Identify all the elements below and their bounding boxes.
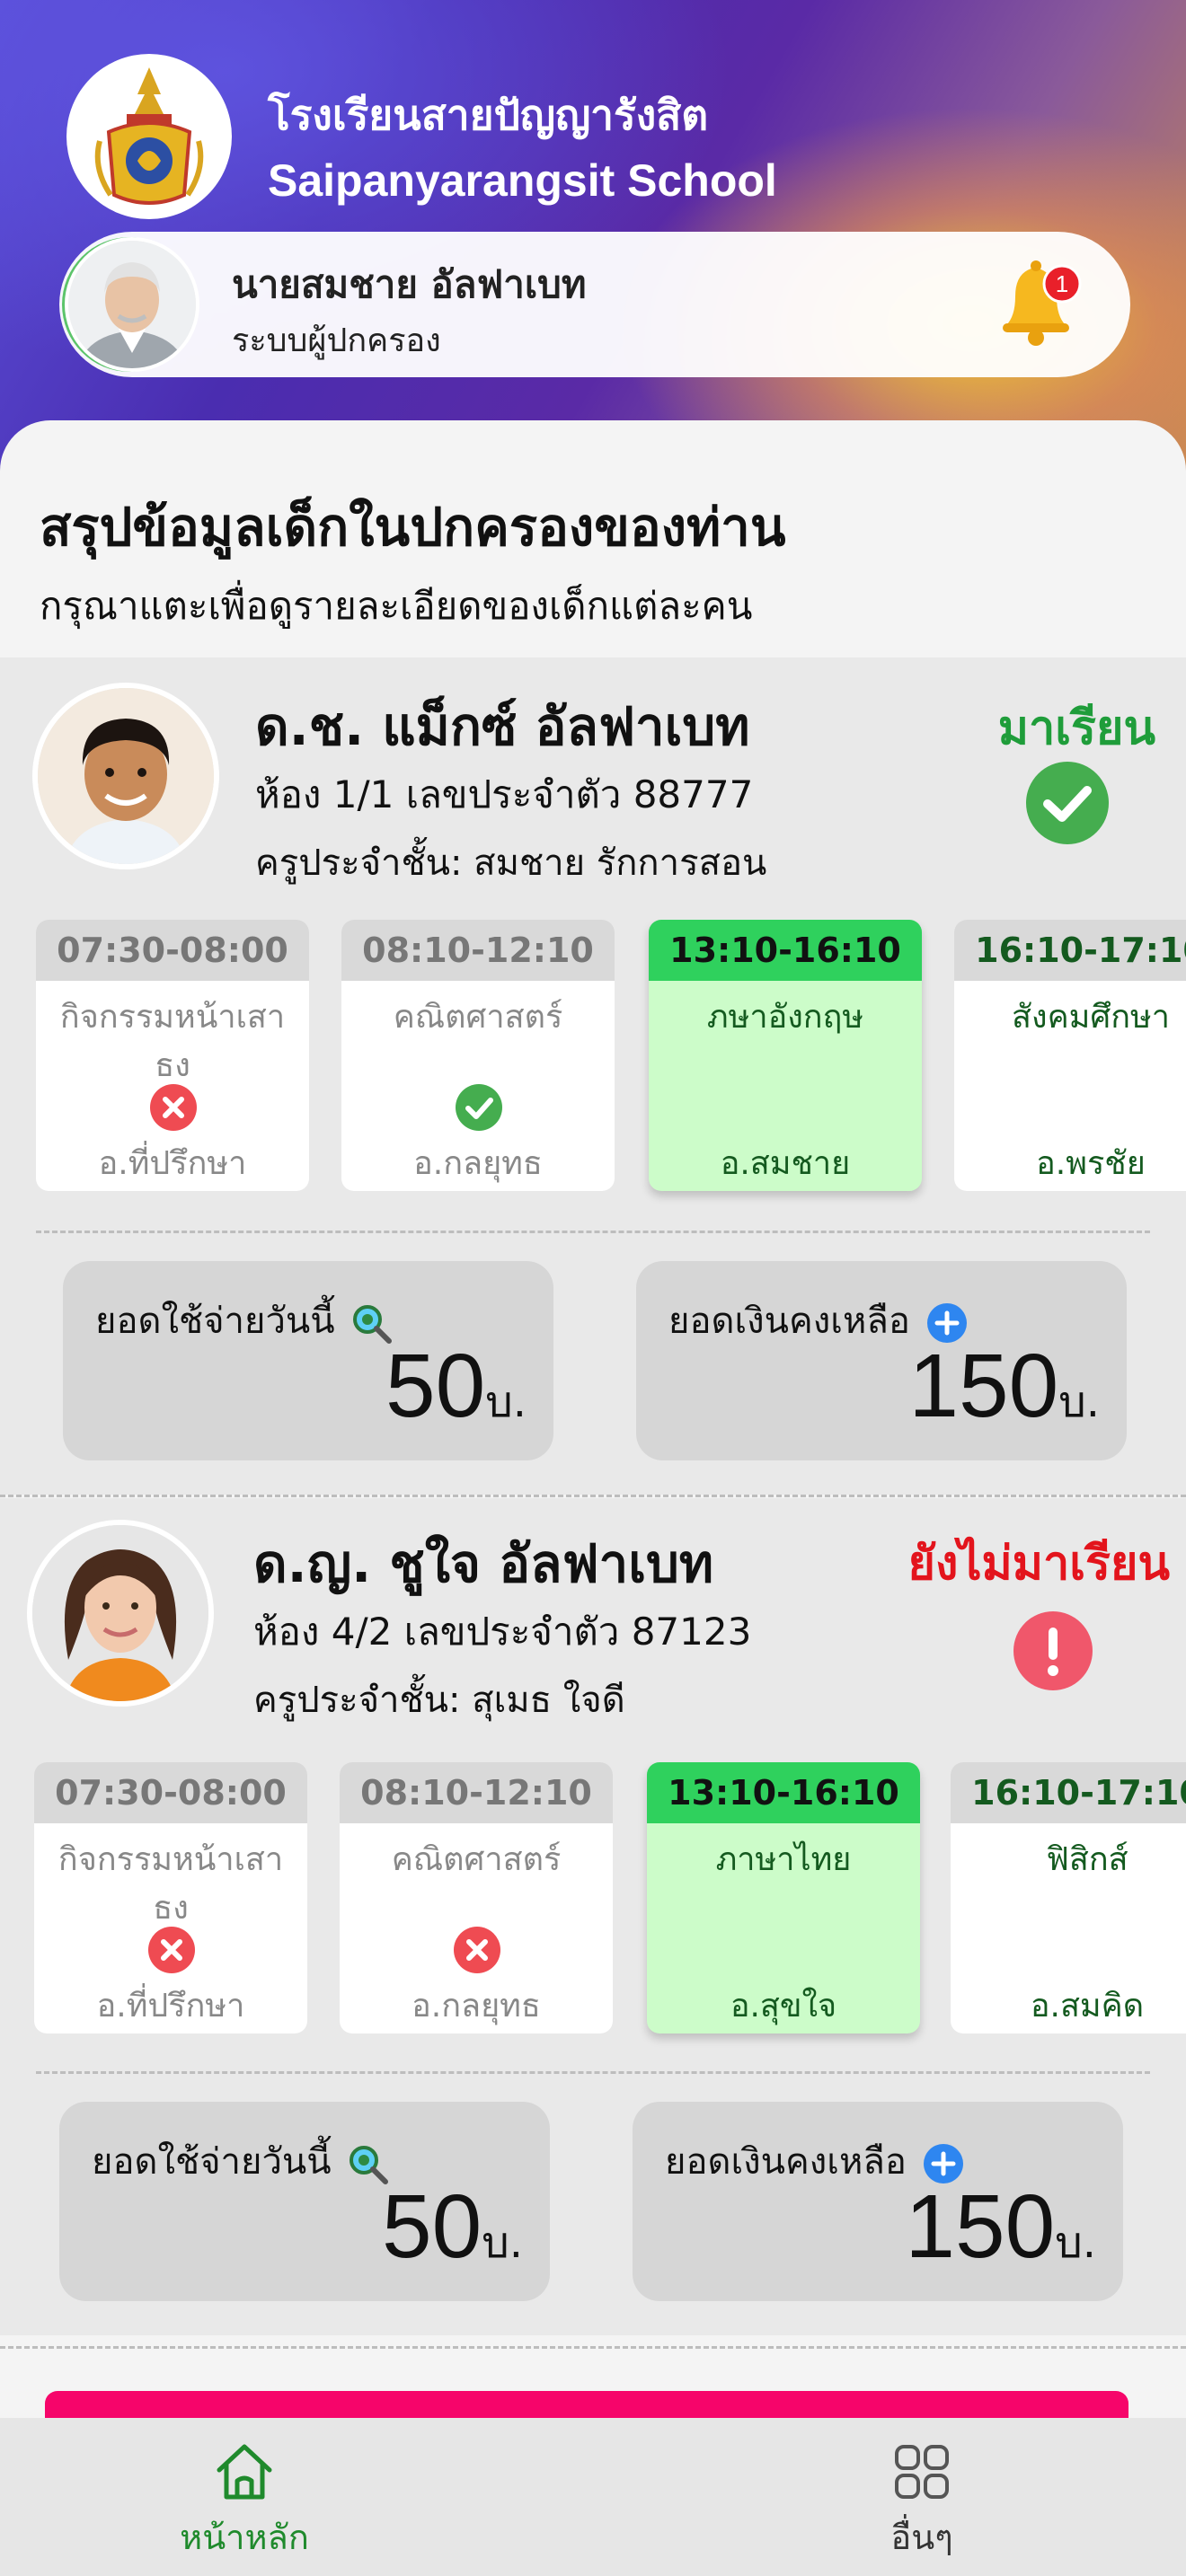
nav-home-label: หน้าหลัก	[180, 2518, 309, 2557]
absent-x-icon	[149, 1083, 198, 1132]
period-subject: ภาษาไทย	[715, 1841, 852, 1878]
period-time: 08:10-12:10	[341, 920, 615, 981]
balance-card[interactable]: ยอดเงินคงเหลือ 150บ.	[636, 1261, 1127, 1460]
period-time: 13:10-16:10	[647, 1762, 920, 1823]
home-icon	[217, 2444, 272, 2500]
child-card[interactable]: ด.ญ. ชูใจ อัลฟาเบท ห้อง 4/2 เลขประจำตัว …	[0, 1498, 1186, 2335]
absent-x-icon	[453, 1926, 501, 1974]
period-time: 16:10-17:10	[951, 1762, 1186, 1823]
child-card[interactable]: ด.ช. แม็กซ์ อัลฟาเบท ห้อง 1/1 เลขประจำตั…	[0, 657, 1186, 1495]
period-time: 08:10-12:10	[340, 1762, 613, 1823]
currency-unit: บ.	[485, 1377, 527, 1427]
spent-today-label: ยอดใช้จ่ายวันนี้	[92, 2141, 332, 2183]
balance-label: ยอดเงินคงเหลือ	[665, 2141, 907, 2183]
period-card-current[interactable]: 13:10-16:10 ภาษาไทย อ.สุขใจ	[647, 1762, 920, 2033]
period-card[interactable]: 08:10-12:10 คณิตศาสตร์ อ.กลยุทธ	[340, 1762, 613, 2033]
period-teacher: อ.ที่ปรึกษา	[96, 1988, 245, 2025]
bottom-navigation: หน้าหลัก อื่นๆ	[0, 2418, 1186, 2576]
user-name: นายสมชาย อัลฟาเบท	[232, 262, 587, 306]
period-card-current[interactable]: 13:10-16:10 ภษาอังกฤษ อ.สมชาย	[649, 920, 922, 1191]
period-schedule: 07:30-08:00 กิจกรรมหน้าเสาธง อ.ที่ปรึกษา…	[0, 920, 1186, 1225]
user-role: ระบบผู้ปกครอง	[232, 322, 441, 359]
child-homeroom-teacher: ครูประจำชั้น: สุเมธ ใจดี	[253, 1680, 625, 1721]
period-time: 07:30-08:00	[34, 1762, 307, 1823]
nav-home[interactable]: หน้าหลัก	[137, 2439, 352, 2564]
child-homeroom-teacher: ครูประจำชั้น: สมชาย รักการสอน	[255, 842, 767, 884]
period-time: 16:10-17:10	[954, 920, 1186, 981]
spent-today-card[interactable]: ยอดใช้จ่ายวันนี้ 50บ.	[59, 2102, 550, 2301]
spent-today-value: 50	[382, 2176, 482, 2277]
nav-more-label: อื่นๆ	[890, 2518, 953, 2557]
period-card[interactable]: 07:30-08:00 กิจกรรมหน้าเสาธง อ.ที่ปรึกษา	[36, 920, 309, 1191]
present-check-icon	[455, 1083, 503, 1132]
child-separator	[0, 1495, 1186, 1497]
period-teacher: อ.กลยุทธ	[413, 1145, 543, 1182]
period-subject: กิจกรรมหน้าเสาธง	[58, 1841, 284, 1927]
child-photo	[27, 1520, 214, 1707]
child-separator	[0, 2346, 1186, 2349]
divider	[36, 1231, 1150, 1233]
period-teacher: อ.สุขใจ	[730, 1988, 837, 2025]
spent-today-card[interactable]: ยอดใช้จ่ายวันนี้ 50บ.	[63, 1261, 553, 1460]
user-avatar	[65, 237, 199, 372]
child-name: ด.ช. แม็กซ์ อัลฟาเบท	[255, 696, 750, 757]
absent-x-icon	[147, 1926, 196, 1974]
period-subject: กิจกรรมหน้าเสาธง	[59, 999, 286, 1084]
period-teacher: อ.สมชาย	[720, 1145, 851, 1182]
child-room-id: ห้อง 1/1 เลขประจำตัว 88777	[255, 772, 754, 816]
child-room-id: ห้อง 4/2 เลขประจำตัว 87123	[253, 1610, 752, 1654]
balance-value: 150	[905, 2176, 1056, 2277]
balance-label: ยอดเงินคงเหลือ	[668, 1301, 910, 1342]
period-time: 13:10-16:10	[649, 920, 922, 981]
child-photo	[32, 683, 219, 869]
period-card[interactable]: 08:10-12:10 คณิตศาสตร์ อ.กลยุทธ	[341, 920, 615, 1191]
period-card[interactable]: 16:10-17:10 ฟิสิกส์ อ.สมคิด	[951, 1762, 1186, 2033]
exclamation-circle-icon	[1010, 1608, 1096, 1694]
period-card[interactable]: 16:10-17:10 สังคมศึกษา อ.พรชัย	[954, 920, 1186, 1191]
notification-bell-icon[interactable]: 1	[988, 251, 1087, 350]
currency-unit: บ.	[482, 2218, 523, 2268]
period-time: 07:30-08:00	[36, 920, 309, 981]
school-name-english: Saipanyarangsit School	[268, 155, 777, 206]
divider	[36, 2071, 1150, 2074]
school-logo	[66, 54, 232, 219]
school-name-thai: โรงเรียนสายปัญญารังสิต	[268, 91, 709, 139]
attendance-status: มาเรียน	[997, 701, 1155, 755]
period-subject: ภษาอังกฤษ	[706, 999, 864, 1036]
spent-today-label: ยอดใช้จ่ายวันนี้	[95, 1301, 335, 1342]
period-subject: สังคมศึกษา	[1012, 999, 1170, 1036]
period-subject: คณิตศาสตร์	[393, 999, 563, 1036]
balance-card[interactable]: ยอดเงินคงเหลือ 150บ.	[633, 2102, 1123, 2301]
period-subject: คณิตศาสตร์	[391, 1841, 562, 1878]
period-teacher: อ.พรชัย	[1036, 1145, 1146, 1182]
period-teacher: อ.กลยุทธ	[412, 1988, 541, 2025]
grid-icon	[895, 2445, 949, 2499]
user-profile-bar[interactable]: นายสมชาย อัลฟาเบท ระบบผู้ปกครอง 1	[59, 232, 1130, 377]
currency-unit: บ.	[1058, 1377, 1100, 1427]
period-schedule: 07:30-08:00 กิจกรรมหน้าเสาธง อ.ที่ปรึกษา…	[0, 1762, 1186, 2068]
period-teacher: อ.ที่ปรึกษา	[98, 1145, 247, 1182]
check-circle-icon	[1024, 760, 1111, 846]
summary-title: สรุปข้อมูลเด็กในปกครองของท่าน	[40, 497, 786, 558]
attendance-status: ยังไม่มาเรียน	[907, 1537, 1170, 1591]
period-card[interactable]: 07:30-08:00 กิจกรรมหน้าเสาธง อ.ที่ปรึกษา	[34, 1762, 307, 2033]
currency-unit: บ.	[1055, 2218, 1096, 2268]
summary-subtitle: กรุณาแตะเพื่อดูรายละเอียดของเด็กแต่ละคน	[40, 584, 753, 628]
spent-today-value: 50	[385, 1336, 486, 1436]
period-teacher: อ.สมคิด	[1030, 1988, 1145, 2025]
child-name: ด.ญ. ชูใจ อัลฟาเบท	[253, 1533, 714, 1594]
balance-value: 150	[908, 1336, 1059, 1436]
period-subject: ฟิสิกส์	[1046, 1841, 1128, 1878]
notification-count: 1	[1056, 270, 1068, 297]
nav-more[interactable]: อื่นๆ	[814, 2439, 1030, 2564]
